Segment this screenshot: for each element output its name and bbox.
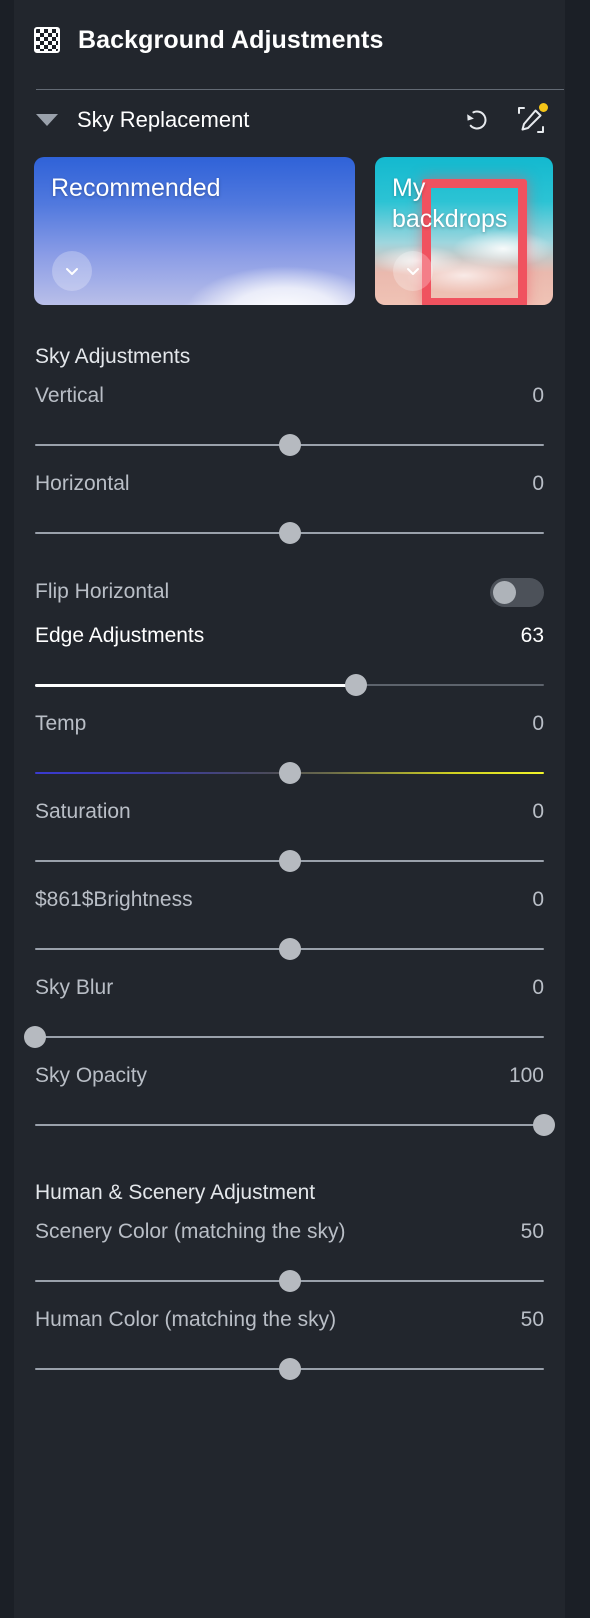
slider-label: Sky Blur	[35, 976, 114, 999]
adjustments-body: Sky Adjustments Vertical 0 Horizontal 0	[14, 330, 565, 1384]
sky-replacement-section-header[interactable]: Sky Replacement	[14, 99, 565, 141]
slider-fill	[35, 684, 356, 687]
edit-notification-badge	[539, 103, 548, 112]
slider-thumb[interactable]	[344, 674, 367, 696]
slider-track-area[interactable]	[35, 934, 544, 964]
slider-thumb[interactable]	[278, 1270, 301, 1292]
toggle-label: Flip Horizontal	[35, 580, 170, 603]
slider-value: 0	[532, 472, 544, 495]
checkerboard-icon	[34, 27, 60, 53]
slider-thumb[interactable]	[533, 1114, 555, 1136]
slider-track-area[interactable]	[35, 758, 544, 788]
slider-value: 0	[532, 800, 544, 823]
slider-track-area[interactable]	[35, 846, 544, 876]
row-flip-horizontal[interactable]: Flip Horizontal	[14, 560, 565, 624]
slider-thumb[interactable]	[278, 522, 301, 544]
slider-label: Sky Opacity	[35, 1064, 148, 1087]
slider-label: Temp	[35, 712, 87, 735]
slider-saturation[interactable]: Saturation 0	[14, 800, 565, 876]
slider-thumb[interactable]	[278, 762, 301, 784]
group-title-sky-adjustments: Sky Adjustments	[35, 345, 191, 368]
group-title-human-scenery: Human & Scenery Adjustment	[35, 1181, 316, 1204]
slider-vertical[interactable]: Vertical 0	[14, 384, 565, 460]
chevron-down-icon[interactable]	[52, 251, 92, 291]
slider-value: 0	[532, 976, 544, 999]
preset-card-my-backdrops[interactable]: My backdrops	[375, 157, 553, 305]
sky-preset-cards: Recommended My backdrops	[34, 157, 553, 305]
caret-down-icon[interactable]	[36, 114, 58, 126]
panel-header: Background Adjustments	[14, 0, 565, 80]
slider-track-area[interactable]	[24, 1022, 544, 1052]
slider-edge-adjustments[interactable]: Edge Adjustments 63	[14, 624, 565, 700]
header-divider	[36, 89, 564, 90]
slider-temp[interactable]: Temp 0	[14, 712, 565, 788]
slider-value: 100	[508, 1064, 544, 1087]
slider-value: 0	[532, 888, 544, 911]
slider-thumb[interactable]	[278, 1358, 301, 1380]
slider-value: 0	[532, 712, 544, 735]
slider-track-area[interactable]	[35, 1266, 544, 1296]
slider-value: 63	[520, 624, 544, 647]
slider-horizontal[interactable]: Horizontal 0	[14, 472, 565, 548]
slider-value: 50	[520, 1220, 544, 1243]
page-title: Background Adjustments	[78, 25, 384, 54]
slider-track-area[interactable]	[35, 518, 544, 548]
slider-scenery-color[interactable]: Scenery Color (matching the sky) 50	[14, 1220, 565, 1296]
slider-value: 0	[532, 384, 544, 407]
preset-card-label: Recommended	[51, 174, 221, 202]
slider-thumb[interactable]	[278, 434, 301, 456]
chevron-down-icon[interactable]	[393, 251, 433, 291]
reset-history-icon[interactable]	[461, 104, 493, 136]
slider-label: Saturation	[35, 800, 131, 823]
slider-thumb[interactable]	[278, 938, 301, 960]
slider-label: Vertical	[35, 384, 104, 407]
section-title: Sky Replacement	[77, 107, 250, 132]
slider-track-area[interactable]	[35, 1110, 555, 1140]
slider-track-area[interactable]	[35, 1354, 544, 1384]
slider-track	[35, 1036, 544, 1038]
slider-brightness[interactable]: $861$Brightness 0	[14, 888, 565, 964]
slider-value: 50	[520, 1308, 544, 1331]
slider-track-area[interactable]	[35, 670, 544, 700]
slider-thumb[interactable]	[24, 1026, 46, 1048]
slider-label: Horizontal	[35, 472, 130, 495]
slider-sky-opacity[interactable]: Sky Opacity 100	[14, 1064, 565, 1140]
preset-card-label: My backdrops	[392, 174, 508, 233]
slider-label: $861$Brightness	[35, 888, 193, 911]
slider-track-area[interactable]	[35, 430, 544, 460]
slider-thumb[interactable]	[278, 850, 301, 872]
slider-sky-blur[interactable]: Sky Blur 0	[14, 976, 565, 1052]
toggle-knob	[493, 580, 516, 604]
preset-card-recommended[interactable]: Recommended	[34, 157, 355, 305]
background-adjustments-panel: Background Adjustments Sky Replacement R…	[14, 0, 565, 1618]
slider-human-color[interactable]: Human Color (matching the sky) 50	[14, 1308, 565, 1384]
slider-label: Edge Adjustments	[35, 624, 205, 647]
slider-track	[35, 1124, 544, 1126]
slider-label: Scenery Color (matching the sky)	[35, 1220, 346, 1243]
flip-horizontal-toggle[interactable]	[490, 577, 544, 607]
slider-label: Human Color (matching the sky)	[35, 1308, 337, 1331]
section-actions	[461, 103, 548, 136]
edit-pencil-icon[interactable]	[515, 103, 548, 136]
